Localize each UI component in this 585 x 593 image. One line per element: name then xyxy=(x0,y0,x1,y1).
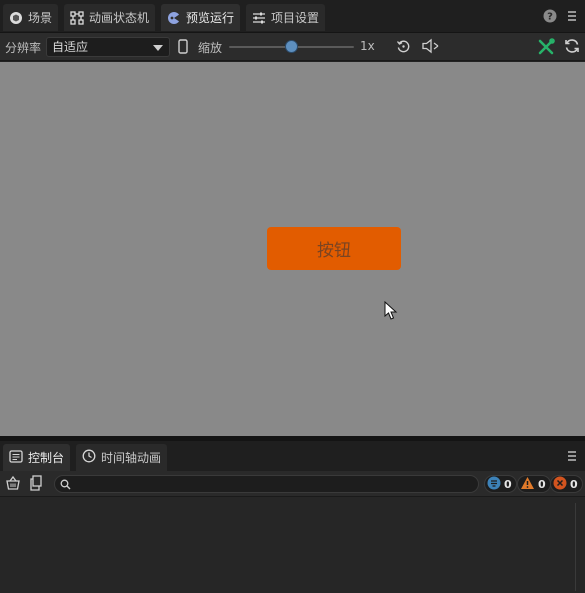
tab-console[interactable]: 控制台 xyxy=(3,444,71,471)
game-button-label: 按钮 xyxy=(317,241,351,260)
sound-muted-icon[interactable] xyxy=(421,38,441,57)
tab-label: 动画状态机 xyxy=(89,11,150,25)
resolution-select[interactable]: 自适应 xyxy=(46,37,170,57)
refresh-icon[interactable] xyxy=(564,38,580,57)
warning-icon xyxy=(520,476,535,493)
bottom-panel-tab-bar: 控制台 时间轴动画 xyxy=(0,441,585,471)
tab-label: 预览运行 xyxy=(186,11,235,25)
zoom-value: 1x xyxy=(360,39,375,53)
console-icon xyxy=(9,449,23,466)
state-machine-icon xyxy=(70,10,84,25)
tab-preview-run[interactable]: 预览运行 xyxy=(161,4,241,31)
svg-text:?: ? xyxy=(547,12,553,23)
tab-timeline-animation[interactable]: 时间轴动画 xyxy=(76,444,168,471)
tab-label: 项目设置 xyxy=(271,11,320,25)
tools-icon[interactable] xyxy=(537,38,555,59)
console-search-input[interactable] xyxy=(73,476,473,492)
preview-game-button[interactable]: 按钮 xyxy=(267,227,401,270)
chevron-down-icon xyxy=(153,45,163,51)
console-scrollbar[interactable] xyxy=(575,503,583,591)
warning-count: 0 xyxy=(538,477,546,491)
preview-viewport[interactable]: 按钮 xyxy=(0,62,585,436)
info-log-filter[interactable]: 0 xyxy=(484,475,517,493)
warning-log-filter[interactable]: 0 xyxy=(517,475,551,493)
panel-menu-icon[interactable] xyxy=(567,450,577,465)
tab-label: 控制台 xyxy=(28,451,65,465)
zoom-slider-handle[interactable] xyxy=(285,40,298,53)
search-icon xyxy=(60,479,71,493)
editor-tab-bar: 场景 动画状态机 预览运行 项目设置 ? xyxy=(0,0,585,33)
help-icon[interactable]: ? xyxy=(543,9,557,26)
info-icon xyxy=(487,476,501,493)
device-phone-icon[interactable] xyxy=(178,39,188,57)
tab-project-settings[interactable]: 项目设置 xyxy=(246,4,326,31)
clear-basket-icon[interactable] xyxy=(5,475,21,494)
preview-run-icon xyxy=(167,11,181,25)
scene-icon xyxy=(9,11,23,25)
reset-icon[interactable] xyxy=(396,39,411,57)
timeline-icon xyxy=(82,449,96,466)
console-log-area[interactable] xyxy=(0,497,585,593)
scale-label: 缩放 xyxy=(198,41,223,55)
preview-toolbar: 分辨率 自适应 缩放 1x xyxy=(0,33,585,61)
error-icon xyxy=(553,476,567,493)
resolution-value: 自适应 xyxy=(52,40,89,54)
settings-sliders-icon xyxy=(252,11,266,25)
copy-icon[interactable] xyxy=(29,475,43,494)
resolution-label: 分辨率 xyxy=(5,41,42,55)
tab-label: 场景 xyxy=(28,11,53,25)
tab-scene[interactable]: 场景 xyxy=(3,4,59,31)
tab-animation-state-machine[interactable]: 动画状态机 xyxy=(64,4,156,31)
panel-menu-icon[interactable] xyxy=(567,10,577,25)
console-search-field[interactable] xyxy=(54,475,479,493)
error-log-filter[interactable]: 0 xyxy=(550,475,583,493)
tab-label: 时间轴动画 xyxy=(101,451,162,465)
mouse-cursor-icon xyxy=(384,300,398,324)
error-count: 0 xyxy=(570,477,578,491)
info-count: 0 xyxy=(504,477,512,491)
console-toolbar: 0 0 0 xyxy=(0,471,585,497)
